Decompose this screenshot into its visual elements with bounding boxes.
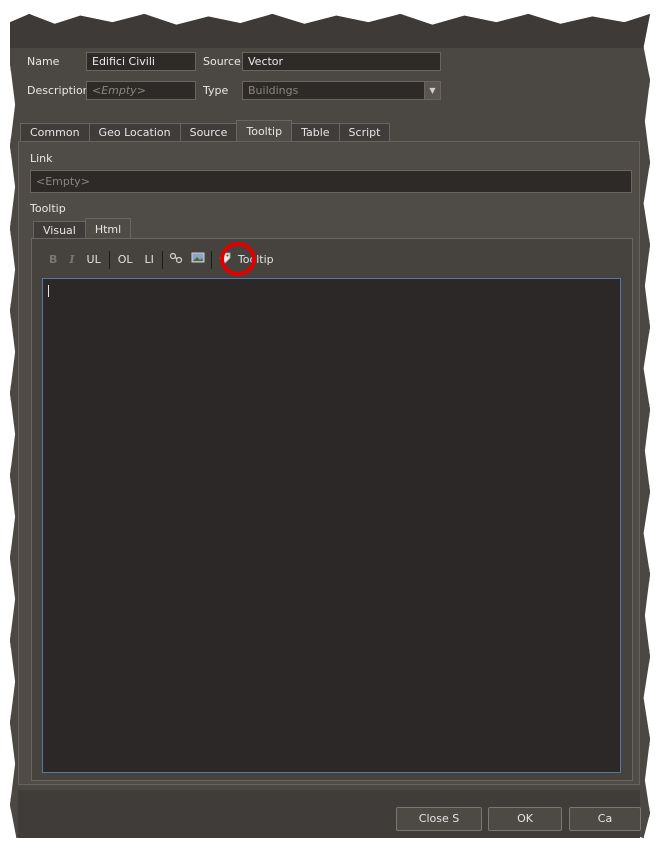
tab-common[interactable]: Common bbox=[20, 123, 90, 141]
tooltip-subtabs: Visual Html bbox=[33, 218, 132, 239]
tab-geo-location[interactable]: Geo Location bbox=[88, 123, 181, 141]
tab-source[interactable]: Source bbox=[179, 123, 238, 141]
bold-button[interactable]: B bbox=[43, 251, 63, 269]
tab-script[interactable]: Script bbox=[338, 123, 391, 141]
html-editor[interactable] bbox=[42, 278, 621, 773]
link-icon[interactable] bbox=[165, 251, 187, 269]
toolbar-separator bbox=[108, 251, 110, 269]
title-bar bbox=[10, 14, 650, 48]
name-field[interactable]: Edifici Civili bbox=[86, 52, 196, 71]
tab-tooltip[interactable]: Tooltip bbox=[236, 120, 293, 141]
source-field[interactable]: Vector bbox=[242, 52, 441, 71]
image-icon[interactable] bbox=[187, 251, 209, 269]
italic-button[interactable]: I bbox=[63, 251, 80, 269]
text-caret bbox=[48, 285, 49, 297]
tooltip-label: Tooltip bbox=[30, 202, 66, 215]
type-select-value: Buildings bbox=[248, 84, 299, 97]
tab-table[interactable]: Table bbox=[291, 123, 340, 141]
ol-button[interactable]: OL bbox=[112, 251, 139, 269]
type-select[interactable]: Buildings ▼ bbox=[242, 81, 441, 100]
subtab-html[interactable]: Html bbox=[84, 218, 132, 239]
close-button[interactable]: Close S bbox=[396, 807, 482, 831]
chevron-down-icon[interactable]: ▼ bbox=[424, 82, 440, 99]
cancel-button[interactable]: Ca bbox=[569, 807, 641, 831]
name-label: Name bbox=[27, 55, 60, 68]
toolbar-separator bbox=[210, 251, 212, 269]
ul-button[interactable]: UL bbox=[81, 251, 107, 269]
main-tabs: Common Geo Location Source Tooltip Table… bbox=[20, 120, 391, 142]
annotation-circle bbox=[220, 242, 256, 276]
ok-button[interactable]: OK bbox=[488, 807, 562, 831]
source-label: Source bbox=[203, 55, 241, 68]
link-field[interactable]: <Empty> bbox=[30, 170, 632, 193]
toolbar-separator bbox=[161, 251, 163, 269]
li-button[interactable]: LI bbox=[139, 251, 160, 269]
subtab-visual[interactable]: Visual bbox=[33, 221, 86, 239]
description-field[interactable]: <Empty> bbox=[86, 81, 196, 100]
description-label: Description bbox=[27, 84, 90, 97]
link-label: Link bbox=[30, 152, 53, 165]
type-label: Type bbox=[203, 84, 229, 97]
